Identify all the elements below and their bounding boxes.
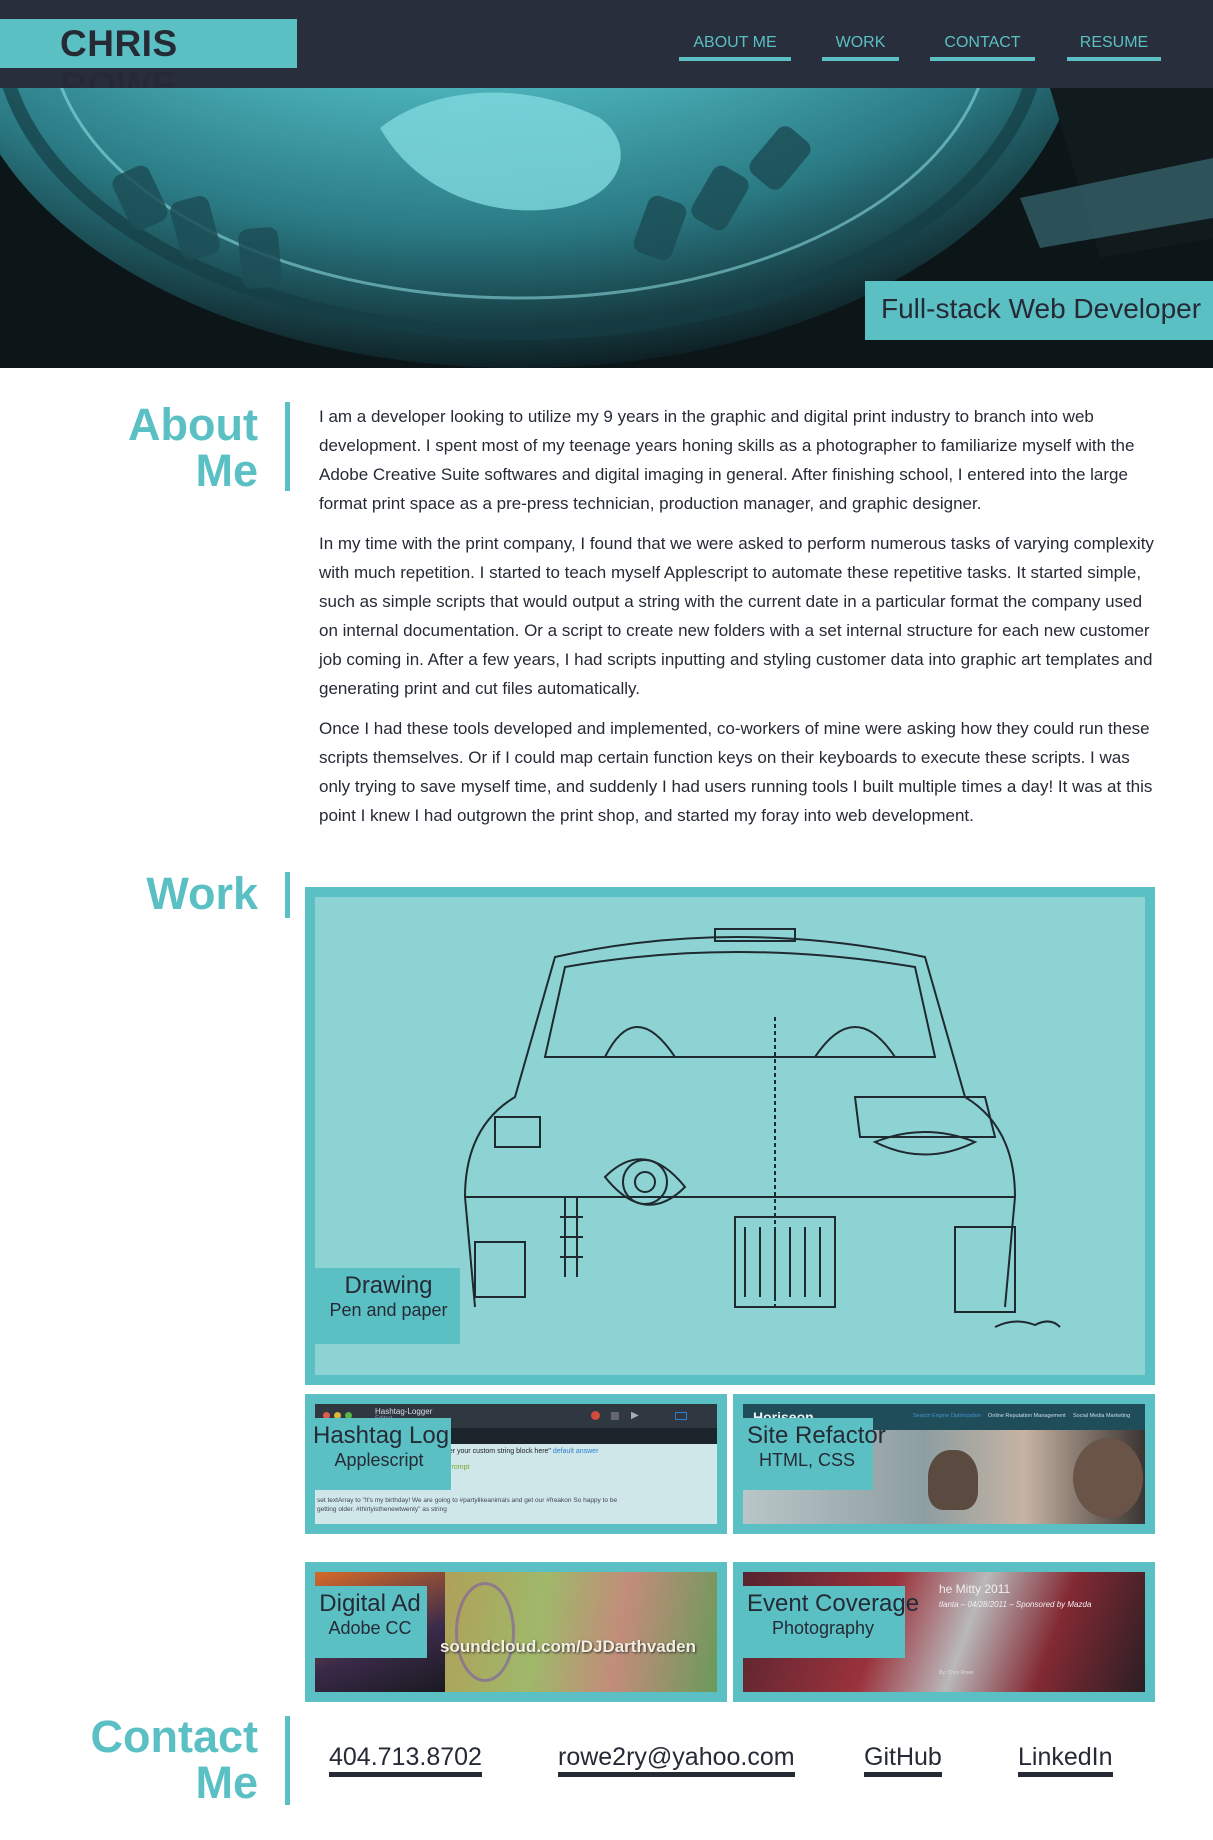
contact-heading: Contact Me	[91, 1714, 259, 1806]
event-photo-title: he Mitty 2011	[939, 1582, 1011, 1596]
work-subtitle-hashtag-log: Applescript	[334, 1450, 424, 1470]
event-coverage-thumbnail: he Mitty 2011 tlanta – 04/28/2011 – Spon…	[743, 1572, 1145, 1692]
hashtag-log-label: Hashtag Log Applescript	[315, 1418, 451, 1490]
nav-about-me[interactable]: ABOUT ME	[679, 32, 791, 61]
work-heading-bar	[285, 872, 290, 918]
contact-phone-link[interactable]: 404.713.8702	[329, 1742, 482, 1777]
about-text: I am a developer looking to utilize my 9…	[319, 402, 1154, 841]
ad-soundcloud-text: soundcloud.com/DJDarthvaden	[440, 1637, 696, 1656]
stop-icon	[611, 1412, 619, 1420]
hashtag-log-thumbnail: Hashtag-Logger Edited ▶ nter your custom…	[315, 1404, 717, 1524]
drawing-thumbnail: Drawing Pen and paper	[315, 897, 1145, 1375]
nav-contact[interactable]: CONTACT	[930, 32, 1035, 61]
editor-code-line-1: nter your custom string block here" defa…	[443, 1448, 598, 1455]
contact-heading-line1: Contact	[90, 1711, 259, 1762]
work-title-hashtag-log: Hashtag Log	[315, 1422, 450, 1449]
code-text-3: getting older. #thirtyisthenewtwenty" as…	[317, 1506, 447, 1513]
about-heading-line2: Me	[195, 445, 258, 496]
about-heading-bar	[285, 402, 290, 491]
drawing-label: Drawing Pen and paper	[315, 1268, 460, 1344]
contact-github-link[interactable]: GitHub	[864, 1742, 942, 1777]
hero-banner: Full-stack Web Developer	[0, 88, 1213, 368]
hero-tagline-box: Full-stack Web Developer	[865, 281, 1213, 340]
work-heading: Work	[146, 868, 258, 919]
nav-work[interactable]: WORK	[822, 32, 899, 61]
code-text-1: nter your custom string block here"	[443, 1448, 551, 1455]
code-keyword: default answer	[552, 1448, 599, 1455]
ad-swirl	[455, 1582, 515, 1682]
work-card-hashtag-log[interactable]: Hashtag-Logger Edited ▶ nter your custom…	[305, 1394, 727, 1534]
work-title-drawing: Drawing	[344, 1272, 433, 1299]
work-title-digital-ad: Digital Ad	[319, 1590, 421, 1617]
code-text-2: set textArray to "It's my birthday! We a…	[317, 1497, 618, 1504]
contact-linkedin-link[interactable]: LinkedIn	[1018, 1742, 1113, 1777]
view-icon	[675, 1412, 687, 1420]
editor-window-title: Hashtag-Logger	[375, 1407, 433, 1416]
about-paragraph-1: I am a developer looking to utilize my 9…	[319, 407, 1135, 513]
site-nav-3: Social Media Marketing	[1073, 1413, 1131, 1419]
contact-heading-bar	[285, 1716, 290, 1805]
work-subtitle-site-refactor: HTML, CSS	[758, 1450, 855, 1470]
site-refactor-thumbnail: Horiseon Search Engine Optimization Onli…	[743, 1404, 1145, 1524]
editor-code-line-2: set textArray to "It's my birthday! We a…	[317, 1496, 717, 1514]
work-subtitle-event-coverage: Photography	[771, 1618, 875, 1638]
contact-heading-line2: Me	[195, 1757, 258, 1808]
work-title-site-refactor: Site Refactor	[747, 1422, 886, 1449]
site-nav-1: Search Engine Optimization	[913, 1413, 982, 1419]
hero-tagline: Full-stack Web Developer	[881, 293, 1202, 324]
about-heading: About Me	[128, 402, 258, 494]
photo-person-1	[928, 1450, 978, 1510]
event-photo-byline: By: Chris Rowe	[939, 1670, 974, 1676]
site-nav-2: Online Reputation Management	[988, 1413, 1066, 1419]
digital-ad-thumbnail: soundcloud.com/DJDarthvaden Digital Ad A…	[315, 1572, 717, 1692]
work-card-digital-ad[interactable]: soundcloud.com/DJDarthvaden Digital Ad A…	[305, 1562, 727, 1702]
site-refactor-label: Site Refactor HTML, CSS	[743, 1418, 886, 1490]
event-coverage-label: Event Coverage Photography	[743, 1586, 920, 1658]
about-paragraph-3: Once I had these tools developed and imp…	[319, 719, 1153, 825]
about-paragraph-2: In my time with the print company, I fou…	[319, 534, 1154, 698]
work-title-event-coverage: Event Coverage	[747, 1590, 920, 1617]
brand-logo[interactable]: CHRIS ROWE	[0, 19, 297, 106]
nav-resume[interactable]: RESUME	[1067, 32, 1161, 61]
contact-email-link[interactable]: rowe2ry@yahoo.com	[558, 1742, 795, 1777]
run-icon: ▶	[631, 1410, 639, 1421]
work-card-drawing[interactable]: Drawing Pen and paper	[305, 887, 1155, 1385]
record-icon	[591, 1411, 600, 1420]
site-header: CHRIS ROWE ABOUT ME WORK CONTACT RESUME	[0, 0, 1213, 106]
about-heading-line1: About	[128, 399, 258, 450]
photo-person-2	[1073, 1438, 1143, 1518]
work-subtitle-drawing: Pen and paper	[329, 1300, 448, 1320]
work-card-site-refactor[interactable]: Horiseon Search Engine Optimization Onli…	[733, 1394, 1155, 1534]
digital-ad-label: Digital Ad Adobe CC	[315, 1586, 427, 1658]
work-card-event-coverage[interactable]: he Mitty 2011 tlanta – 04/28/2011 – Spon…	[733, 1562, 1155, 1702]
work-subtitle-digital-ad: Adobe CC	[328, 1618, 412, 1638]
event-photo-subtitle: tlanta – 04/28/2011 – Sponsored by Mazda	[939, 1600, 1092, 1609]
